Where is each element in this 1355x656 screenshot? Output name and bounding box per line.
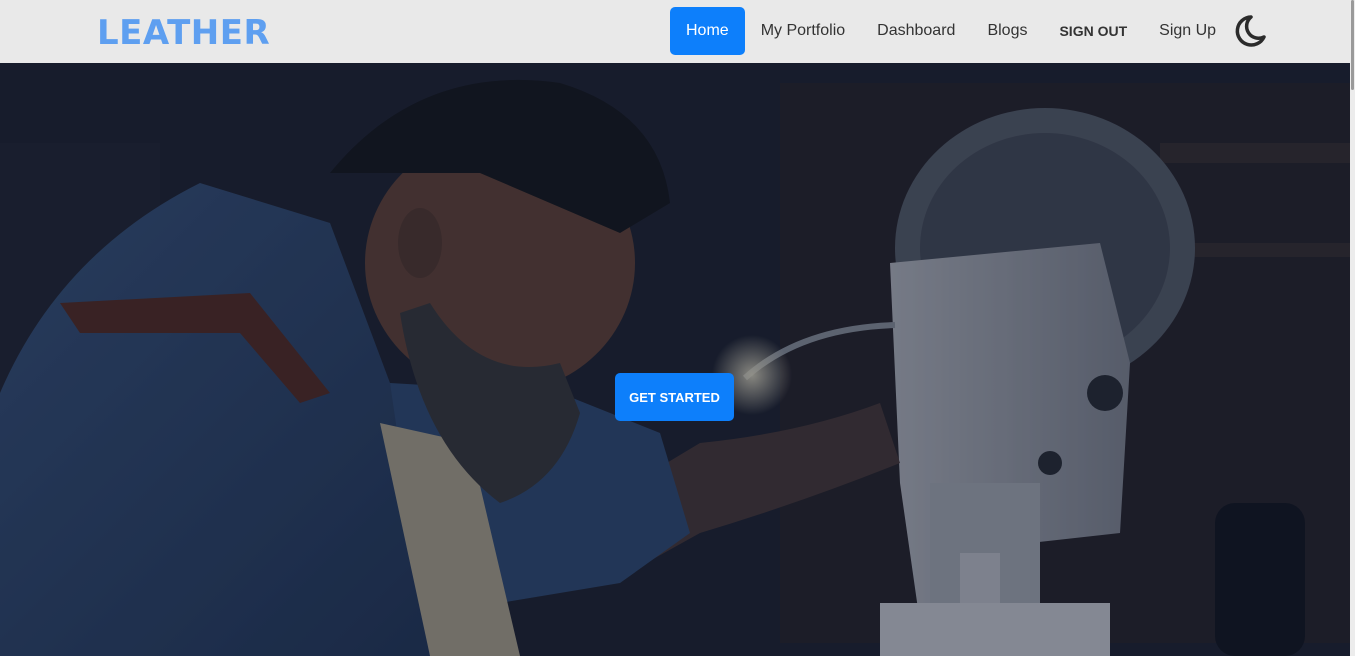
page-scrollbar[interactable]: [1350, 0, 1355, 656]
navbar: LEATHER Home My Portfolio Dashboard Blog…: [0, 0, 1350, 63]
page: LEATHER Home My Portfolio Dashboard Blog…: [0, 0, 1355, 656]
nav-link-sign-out[interactable]: SIGN OUT: [1043, 7, 1143, 55]
nav-link-sign-up[interactable]: Sign Up: [1143, 7, 1232, 55]
brand-logo[interactable]: LEATHER: [97, 13, 270, 53]
nav-links: Home My Portfolio Dashboard Blogs SIGN O…: [670, 7, 1232, 55]
nav-link-blogs[interactable]: Blogs: [971, 7, 1043, 55]
hero-section: GET STARTED: [0, 63, 1350, 656]
get-started-button[interactable]: GET STARTED: [615, 373, 734, 421]
nav-link-dashboard[interactable]: Dashboard: [861, 7, 971, 55]
scrollbar-thumb[interactable]: [1351, 0, 1354, 90]
moon-icon[interactable]: [1231, 13, 1267, 49]
hero-overlay: [0, 63, 1350, 656]
nav-link-home[interactable]: Home: [670, 7, 745, 55]
nav-link-my-portfolio[interactable]: My Portfolio: [745, 7, 861, 55]
